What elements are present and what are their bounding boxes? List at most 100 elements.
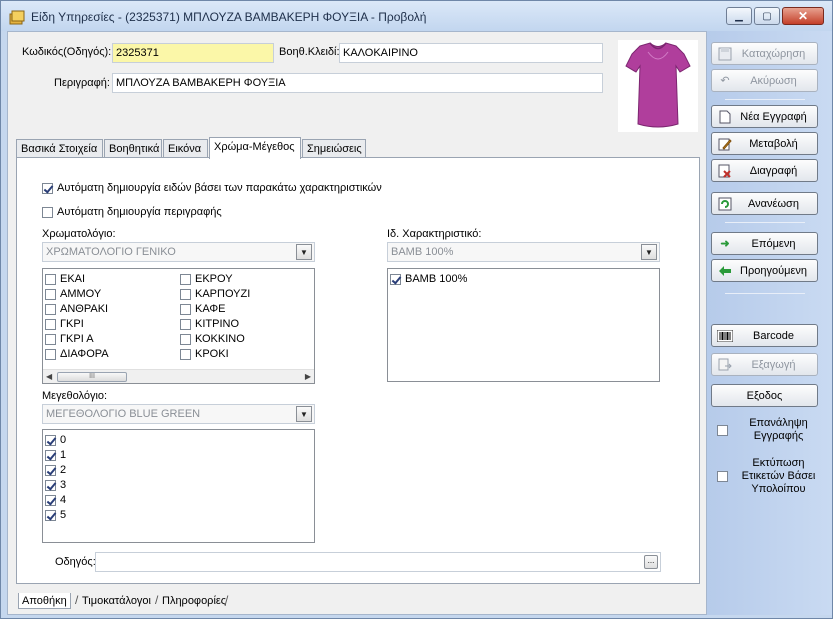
export-label: Εξαγωγή: [751, 358, 796, 371]
list-item[interactable]: ΓΚΡΙ: [45, 317, 84, 331]
delete-icon: [716, 163, 734, 179]
checkbox-icon: [45, 333, 56, 345]
tab-image[interactable]: Εικόνα: [163, 139, 208, 158]
code-field[interactable]: 2325371: [112, 43, 274, 63]
list-item-label: 2: [60, 464, 67, 476]
export-icon: [716, 357, 734, 373]
browse-button[interactable]: ...: [644, 555, 658, 569]
tab-separator: /: [225, 593, 229, 607]
checkbox-icon: [45, 348, 56, 360]
size-catalog-select[interactable]: ΜΕΓΕΘΟΛΟΓΙΟ BLUE GREEN ▼: [42, 404, 315, 424]
delete-button[interactable]: Διαγραφή: [711, 159, 818, 182]
print-labels-checkbox[interactable]: Εκτύπωση Ετικετών Βάσει Υπολοίπου: [717, 457, 825, 496]
list-item[interactable]: ΕΚΑΙ: [45, 272, 85, 286]
edit-button[interactable]: Μεταβολή: [711, 132, 818, 155]
list-item-label: 0: [60, 434, 67, 446]
scroll-thumb[interactable]: III: [57, 372, 127, 382]
main-window: Είδη Υπηρεσίες - (2325371) ΜΠΛΟΥΖΑ ΒΑΜΒΑ…: [0, 0, 833, 619]
description-field[interactable]: ΜΠΛΟΥΖΑ ΒΑΜΒΑΚΕΡΗ ΦΟΥΞΙΑ: [112, 73, 603, 93]
list-item[interactable]: 4: [45, 493, 66, 507]
repeat-record-checkbox[interactable]: Επανάληψη Εγγραφής: [717, 417, 825, 443]
exit-label: Εξοδος: [746, 389, 783, 402]
tab-basic[interactable]: Βασικά Στοιχεία: [16, 139, 103, 158]
list-item-label: ΑΝΘΡΑΚΙ: [60, 303, 109, 315]
list-item[interactable]: ΑΜΜΟΥ: [45, 287, 101, 301]
list-item-label: 1: [60, 449, 67, 461]
size-catalog-label: Μεγεθολόγιο:: [42, 390, 108, 402]
checkbox-icon: [45, 303, 56, 315]
list-item[interactable]: ΔΙΑΦΟΡΑ: [45, 347, 109, 361]
exit-button[interactable]: Εξοδος: [711, 384, 818, 407]
scroll-left-icon[interactable]: ◀: [46, 372, 52, 381]
window-title: Είδη Υπηρεσίες - (2325371) ΜΠΛΟΥΖΑ ΒΑΜΒΑ…: [31, 10, 427, 24]
list-item[interactable]: 1: [45, 448, 66, 462]
list-item[interactable]: 3: [45, 478, 66, 492]
list-item[interactable]: ΕΚΡΟΥ: [180, 272, 233, 286]
list-item[interactable]: ΓΚΡΙ Α: [45, 332, 94, 346]
list-item[interactable]: ΒΑΜΒ 100%: [390, 272, 467, 286]
list-item-label: 3: [60, 479, 67, 491]
tab-notes[interactable]: Σημειώσεις: [302, 139, 366, 158]
color-catalog-select[interactable]: ΧΡΩΜΑΤΟΛΟΓΙΟ ΓΕΝΙΚΟ ▼: [42, 242, 315, 262]
next-label: Επόμενη: [751, 237, 796, 250]
scroll-right-icon[interactable]: ▶: [305, 372, 311, 381]
list-item[interactable]: ΚΑΦΕ: [180, 302, 225, 316]
export-button[interactable]: Εξαγωγή: [711, 353, 818, 376]
auto-create-desc-checkbox[interactable]: Αυτόματη δημιουργία περιγραφής: [42, 205, 222, 219]
list-item[interactable]: ΚΟΚΚΙΝΟ: [180, 332, 245, 346]
list-item[interactable]: ΚΡΟΚΙ: [180, 347, 229, 361]
previous-button[interactable]: Προηγούμενη: [711, 259, 818, 282]
barcode-button[interactable]: Barcode: [711, 324, 818, 347]
arrow-left-icon: [716, 263, 734, 279]
special-char-list[interactable]: ΒΑΜΒ 100%: [387, 268, 660, 382]
new-record-label: Νέα Εγγραφή: [740, 110, 807, 123]
chevron-down-icon[interactable]: ▼: [641, 244, 657, 260]
print-labels-label: Εκτύπωση Ετικετών Βάσει Υπολοίπου: [741, 457, 816, 495]
list-item-label: ΒΑΜΒ 100%: [405, 273, 468, 285]
special-char-select[interactable]: ΒΑΜΒ 100% ▼: [387, 242, 660, 262]
auto-create-items-checkbox[interactable]: Αυτόματη δημιουργία ειδών βάσει των παρα…: [42, 181, 382, 195]
minimize-button[interactable]: ▁: [726, 7, 752, 25]
checkbox-icon: [717, 424, 728, 436]
refresh-button[interactable]: Ανανέωση: [711, 192, 818, 215]
new-record-button[interactable]: Νέα Εγγραφή: [711, 105, 818, 128]
colors-list[interactable]: ΕΚΑΙ ΑΜΜΟΥ ΑΝΘΡΑΚΙ ΓΚΡΙ ΓΚΡΙ Α ΔΙΑΦΟΡΑ ΕΚΡΟΥ Κ…: [42, 268, 315, 384]
auto-create-desc-label: Αυτόματη δημιουργία περιγραφής: [57, 206, 222, 218]
next-button[interactable]: ➜ Επόμενη: [711, 232, 818, 255]
list-item[interactable]: 0: [45, 433, 66, 447]
save-button[interactable]: Καταχώρηση: [711, 42, 818, 65]
code-label: Κωδικός(Οδηγός):: [22, 46, 112, 58]
checkbox-icon: [45, 449, 56, 461]
tab-price-lists[interactable]: Τιμοκατάλογοι: [79, 593, 154, 609]
list-item-label: ΔΙΑΦΟΡΑ: [60, 348, 109, 360]
new-document-icon: [716, 109, 734, 125]
list-item[interactable]: ΚΑΡΠΟΥΖΙ: [180, 287, 250, 301]
tab-warehouse[interactable]: Αποθήκη: [18, 593, 71, 609]
tab-color-size[interactable]: Χρώμα-Μέγεθος: [209, 137, 301, 159]
cancel-label: Ακύρωση: [750, 74, 797, 87]
sizes-list[interactable]: 0 1 2 3 4 5: [42, 429, 315, 543]
chevron-down-icon[interactable]: ▼: [296, 244, 312, 260]
checkbox-icon: [180, 318, 191, 330]
list-item[interactable]: 5: [45, 508, 66, 522]
cancel-button[interactable]: ↶ Ακύρωση: [711, 69, 818, 92]
checkbox-icon: [180, 273, 191, 285]
edit-label: Μεταβολή: [749, 137, 798, 150]
horizontal-scrollbar[interactable]: ◀ III ▶: [43, 369, 314, 383]
guide-field[interactable]: ...: [95, 552, 661, 572]
chevron-down-icon[interactable]: ▼: [296, 406, 312, 422]
list-item-label: ΚΙΤΡΙΝΟ: [195, 318, 240, 330]
list-item[interactable]: 2: [45, 463, 66, 477]
aux-key-field[interactable]: ΚΑΛΟΚΑΙΡΙΝΟ: [339, 43, 603, 63]
maximize-button[interactable]: ▢: [754, 7, 780, 25]
save-label: Καταχώρηση: [741, 47, 806, 60]
tab-info[interactable]: Πληροφορίες: [159, 593, 229, 609]
previous-label: Προηγούμενη: [740, 264, 807, 277]
list-item-label: ΚΑΦΕ: [195, 303, 226, 315]
tab-auxiliary[interactable]: Βοηθητικά: [104, 139, 162, 158]
list-item[interactable]: ΑΝΘΡΑΚΙ: [45, 302, 108, 316]
close-button[interactable]: ✕: [782, 7, 824, 25]
checkbox-icon: [390, 273, 401, 285]
title-bar: Είδη Υπηρεσίες - (2325371) ΜΠΛΟΥΖΑ ΒΑΜΒΑ…: [1, 1, 832, 31]
list-item[interactable]: ΚΙΤΡΙΝΟ: [180, 317, 239, 331]
